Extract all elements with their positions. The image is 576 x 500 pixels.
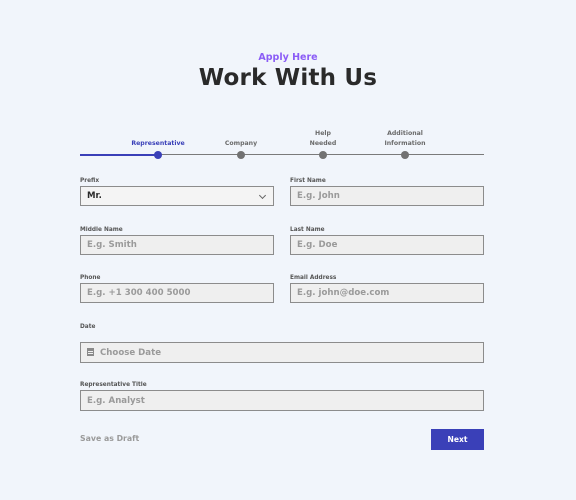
- next-button[interactable]: Next: [431, 429, 484, 450]
- first-name-input[interactable]: E.g. John: [290, 186, 484, 206]
- phone-label: Phone: [80, 275, 101, 281]
- step-help-needed[interactable]: Help Needed: [278, 125, 368, 165]
- phone-input[interactable]: E.g. +1 300 400 5000: [80, 283, 274, 303]
- date-placeholder: Choose Date: [100, 348, 162, 358]
- phone-placeholder: E.g. +1 300 400 5000: [87, 288, 191, 298]
- date-label: Date: [80, 324, 96, 330]
- calendar-icon: [87, 348, 94, 356]
- last-name-input[interactable]: E.g. Doe: [290, 235, 484, 255]
- step-company[interactable]: Company: [196, 125, 286, 165]
- step-label: Company: [224, 140, 258, 147]
- last-name-label: Last Name: [290, 227, 325, 233]
- email-placeholder: E.g. john@doe.com: [297, 288, 390, 298]
- step-label: Representative: [131, 140, 185, 147]
- prefix-select[interactable]: Mr.: [80, 186, 274, 206]
- first-name-label: First Name: [290, 178, 326, 184]
- middle-name-label: Middle Name: [80, 227, 123, 233]
- middle-name-input[interactable]: E.g. Smith: [80, 235, 274, 255]
- representative-title-label: Representative Title: [80, 382, 147, 388]
- step-label: Additional Information: [384, 130, 426, 147]
- representative-title-input[interactable]: E.g. Analyst: [80, 390, 484, 411]
- email-input[interactable]: E.g. john@doe.com: [290, 283, 484, 303]
- middle-name-placeholder: E.g. Smith: [87, 240, 137, 250]
- save-as-draft-link[interactable]: Save as Draft: [80, 434, 139, 443]
- step-label: Help Needed: [309, 130, 337, 147]
- date-input[interactable]: Choose Date: [80, 342, 484, 363]
- chevron-down-icon: [258, 191, 267, 200]
- step-representative[interactable]: Representative: [113, 125, 203, 165]
- representative-title-placeholder: E.g. Analyst: [87, 396, 145, 406]
- first-name-placeholder: E.g. John: [297, 191, 340, 201]
- prefix-value: Mr.: [87, 191, 102, 201]
- step-dot: [319, 150, 327, 159]
- step-dot: [401, 150, 409, 159]
- page-title: Work With Us: [198, 65, 378, 91]
- prefix-label: Prefix: [80, 178, 100, 184]
- last-name-placeholder: E.g. Doe: [297, 240, 338, 250]
- step-dot: [154, 150, 162, 159]
- progress-stepper: Representative Company Help Needed Addit…: [80, 125, 484, 165]
- eyebrow-text: Apply Here: [258, 52, 318, 63]
- step-dot: [237, 150, 245, 159]
- step-additional-information[interactable]: Additional Information: [360, 125, 450, 165]
- email-label: Email Address: [290, 275, 337, 281]
